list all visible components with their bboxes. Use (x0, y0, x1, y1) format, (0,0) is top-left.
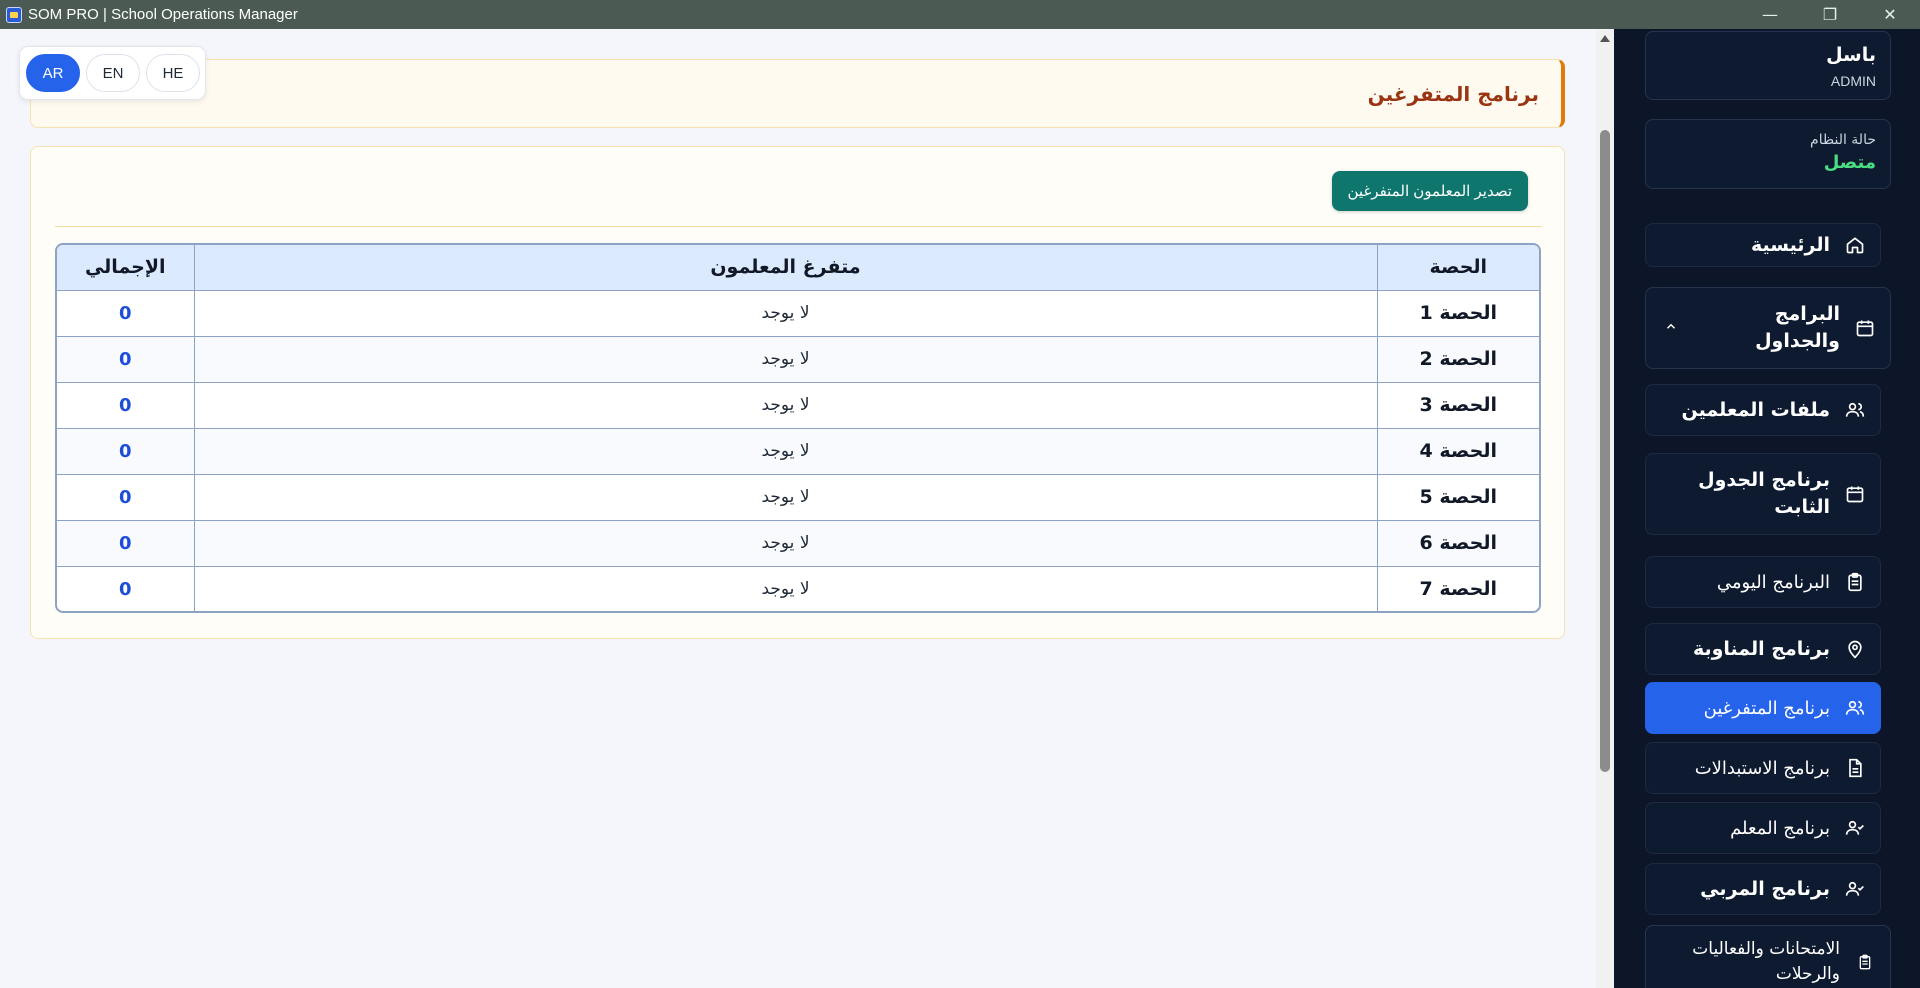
home-icon (1844, 234, 1866, 256)
table-header-row: الحصة متفرغ المعلمون الإجمالي (57, 245, 1539, 291)
sidebar-item-fixed-schedule[interactable]: برنامج الجدول الثابت (1645, 453, 1881, 535)
map-pin-icon (1844, 638, 1866, 660)
table-row: الحصة 7 لا يوجد 0 (57, 566, 1539, 611)
cell-period: الحصة 6 (1376, 520, 1539, 567)
cell-total: 0 (57, 428, 194, 475)
divider (55, 226, 1542, 227)
sidebar-item-label: الامتحانات والفعاليات والرحلات (1692, 939, 1840, 984)
sidebar-item-label: برنامج الاستبدالات (1694, 757, 1830, 779)
cell-free-teachers: لا يوجد (193, 520, 1377, 567)
sidebar-item-label: ملفات المعلمين (1681, 398, 1831, 421)
cell-total: 0 (57, 336, 194, 383)
cell-period: الحصة 4 (1376, 428, 1539, 475)
sidebar: باسل ADMIN حالة النظام متصل الرئيسية الب… (1614, 29, 1920, 988)
cell-free-teachers: لا يوجد (193, 290, 1377, 337)
sidebar-item-label: برنامج المتفرغين (1703, 697, 1830, 719)
user-check-icon (1844, 817, 1866, 839)
cell-period: الحصة 5 (1376, 474, 1539, 521)
table-row: الحصة 4 لا يوجد 0 (57, 428, 1539, 475)
app-icon (6, 6, 22, 23)
user-card: باسل ADMIN (1645, 31, 1891, 100)
status-value: متصل (1823, 152, 1876, 173)
page-title: برنامج المتفرغين (1367, 81, 1539, 106)
export-free-teachers-button[interactable]: تصدير المعلمون المتفرغين (1331, 171, 1528, 211)
cell-total: 0 (118, 578, 132, 600)
cell-free-teachers: لا يوجد (193, 474, 1377, 521)
header-free-teachers: متفرغ المعلمون (193, 245, 1377, 291)
sidebar-item-duty-program[interactable]: برنامج المناوبة (1645, 623, 1881, 675)
clipboard-icon (1844, 571, 1866, 593)
sidebar-item-teacher-program[interactable]: برنامج المعلم (1645, 802, 1881, 854)
users-icon (1844, 399, 1866, 421)
chevron-up-icon[interactable] (1664, 319, 1678, 338)
close-icon[interactable]: ✕ (1860, 0, 1920, 29)
main-scrollbar[interactable] (1596, 29, 1614, 988)
table-row: الحصة 5 لا يوجد 0 (57, 474, 1539, 521)
lang-button-ar[interactable]: AR (26, 54, 80, 92)
user-check-icon (1844, 878, 1866, 900)
cell-free-teachers: لا يوجد (193, 428, 1377, 475)
sidebar-item-exams-events-trips[interactable]: الامتحانات والفعاليات والرحلات (1645, 925, 1891, 988)
status-label: حالة النظام (1810, 132, 1876, 148)
cell-free-teachers: لا يوجد (193, 382, 1377, 429)
sidebar-item-label: برنامج المربي (1700, 877, 1830, 900)
sidebar-item-programs-schedules[interactable]: البرامج والجداول (1645, 287, 1891, 369)
sidebar-item-label: البرنامج اليومي (1716, 571, 1830, 593)
sidebar-item-substitutions[interactable]: برنامج الاستبدالات (1645, 742, 1881, 794)
sidebar-item-label: برنامج المناوبة (1692, 637, 1830, 660)
user-role: ADMIN (1830, 73, 1876, 89)
restore-icon[interactable]: ❐ (1800, 0, 1860, 29)
window-title: SOM PRO | School Operations Manager (28, 6, 298, 23)
sidebar-item-teacher-files[interactable]: ملفات المعلمين (1645, 384, 1881, 436)
content-card: تصدير المعلمون المتفرغين الحصة متفرغ الم… (30, 146, 1565, 639)
calendar-icon (1854, 317, 1876, 339)
cell-period: الحصة 2 (1376, 336, 1539, 383)
header-total: الإجمالي (57, 245, 194, 291)
user-name: باسل (1826, 44, 1876, 66)
language-switcher: AR EN HE (19, 46, 206, 100)
free-teachers-table: الحصة متفرغ المعلمون الإجمالي الحصة 1 لا… (55, 243, 1541, 613)
sidebar-item-home[interactable]: الرئيسية (1645, 223, 1881, 267)
document-icon (1844, 757, 1866, 779)
cell-free-teachers: لا يوجد (193, 566, 1377, 611)
minimize-icon[interactable]: — (1740, 0, 1800, 29)
clipboard-icon (1854, 951, 1876, 973)
table-row: الحصة 6 لا يوجد 0 (57, 520, 1539, 567)
cell-free-teachers: لا يوجد (193, 336, 1377, 383)
cell-total: 0 (57, 290, 194, 337)
table-row: الحصة 3 لا يوجد 0 (57, 382, 1539, 429)
calendar-icon (1844, 483, 1866, 505)
cell-period: الحصة 3 (1376, 382, 1539, 429)
scrollbar-thumb[interactable] (1600, 130, 1610, 772)
system-status-card: حالة النظام متصل (1645, 119, 1891, 189)
cell-total: 0 (57, 382, 194, 429)
lang-button-en[interactable]: EN (86, 54, 140, 92)
sidebar-item-free-teachers[interactable]: برنامج المتفرغين (1645, 682, 1881, 734)
window-titlebar: SOM PRO | School Operations Manager — ❐ … (0, 0, 1920, 29)
users-icon (1844, 697, 1866, 719)
cell-period: الحصة 7 (1376, 566, 1539, 611)
page-header: برنامج المتفرغين (30, 59, 1565, 128)
scroll-up-arrow-icon[interactable] (1600, 35, 1610, 42)
sidebar-item-educator-program[interactable]: برنامج المربي (1645, 863, 1881, 915)
header-period: الحصة (1376, 245, 1539, 291)
sidebar-item-label: برنامج الجدول الثابت (1698, 469, 1830, 518)
table-row: الحصة 2 لا يوجد 0 (57, 336, 1539, 383)
cell-period: الحصة 1 (1376, 290, 1539, 337)
sidebar-item-label: برنامج المعلم (1730, 817, 1830, 839)
sidebar-item-daily-program[interactable]: البرنامج اليومي (1645, 556, 1881, 608)
lang-button-he[interactable]: HE (146, 54, 200, 92)
table-row: الحصة 1 لا يوجد 0 (57, 290, 1539, 337)
window-controls: — ❐ ✕ (1740, 0, 1920, 29)
main-area: AR EN HE برنامج المتفرغين تصدير المعلمون… (0, 29, 1596, 988)
sidebar-item-label: البرامج والجداول (1755, 303, 1840, 352)
sidebar-item-label: الرئيسية (1751, 233, 1830, 256)
cell-total: 0 (57, 520, 194, 567)
cell-total: 0 (57, 474, 194, 521)
